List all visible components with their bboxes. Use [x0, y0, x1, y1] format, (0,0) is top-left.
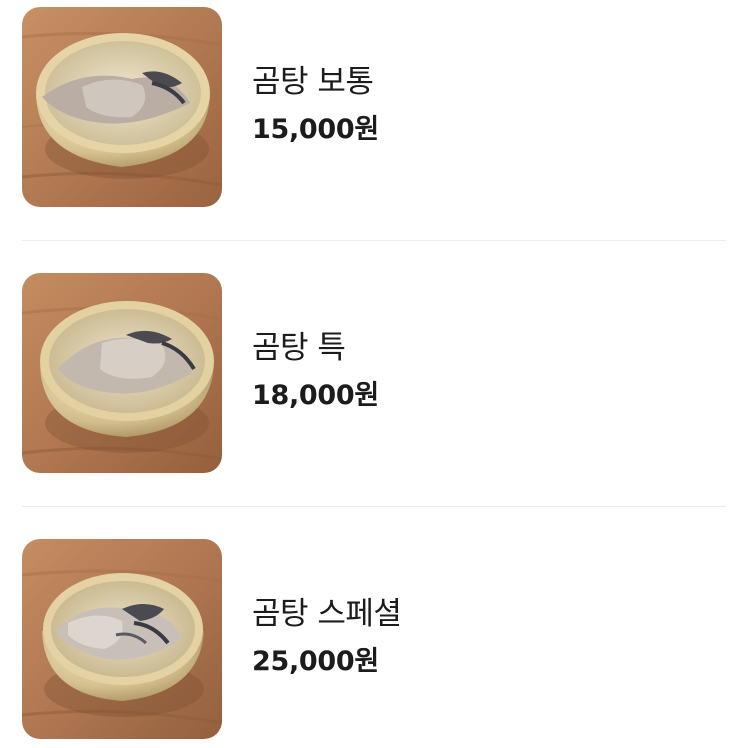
menu-item-info: 곰탕 보통 15,000원 — [252, 63, 379, 147]
menu-item-info: 곰탕 스페셜 25,000원 — [252, 595, 402, 679]
divider — [22, 240, 726, 241]
gomtang-bowl-photo[interactable] — [22, 273, 222, 473]
gomtang-bowl-photo[interactable] — [22, 539, 222, 739]
divider — [22, 506, 726, 507]
menu-item-name: 곰탕 특 — [252, 330, 346, 366]
menu-item-gomtang-regular[interactable]: 곰탕 보통 15,000원 — [0, 7, 746, 207]
menu-item-price: 25,000원 — [252, 646, 379, 677]
menu-item-price: 18,000원 — [252, 380, 379, 411]
menu-item-price: 15,000원 — [252, 114, 379, 145]
gomtang-bowl-photo[interactable] — [22, 7, 222, 207]
menu-item-name: 곰탕 보통 — [252, 64, 374, 100]
menu-item-gomtang-special-large[interactable]: 곰탕 특 18,000원 — [0, 273, 746, 473]
menu-item-gomtang-premium[interactable]: 곰탕 스페셜 25,000원 — [0, 539, 746, 739]
menu-list: 곰탕 보통 15,000원 곰탕 특 18,000원 곰탕 스페셜 25,000… — [0, 0, 746, 748]
menu-item-name: 곰탕 스페셜 — [252, 596, 402, 632]
menu-item-info: 곰탕 특 18,000원 — [252, 329, 379, 413]
